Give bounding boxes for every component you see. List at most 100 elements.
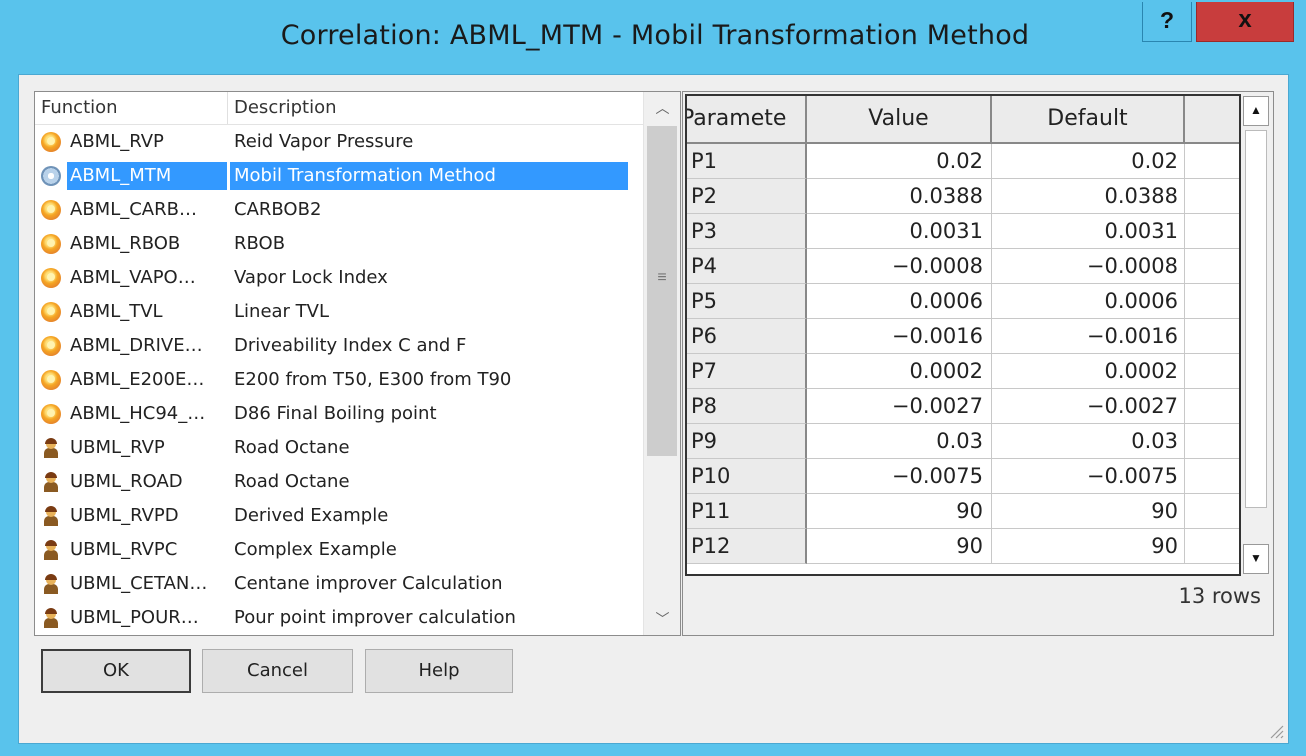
value-cell[interactable]: 0.0002 <box>807 354 992 389</box>
table-row: P11 90 90 <box>687 494 1239 529</box>
empty-cell <box>1185 284 1239 319</box>
function-name: ABML_RBOB <box>70 233 181 254</box>
default-cell: −0.0027 <box>992 389 1185 424</box>
cancel-button[interactable]: Cancel <box>202 649 353 693</box>
scroll-down-icon[interactable]: ﹀ <box>644 603 680 635</box>
list-item[interactable]: ABML_MTM Mobil Transformation Method <box>35 159 643 193</box>
list-item[interactable]: ABML_TVL Linear TVL <box>35 295 643 329</box>
scroll-up-icon[interactable]: ▲ <box>1243 96 1269 126</box>
function-description: D86 Final Boiling point <box>234 403 437 424</box>
help-title-button[interactable]: ? <box>1142 2 1192 42</box>
value-cell[interactable]: −0.0016 <box>807 319 992 354</box>
list-rows: ABML_RVP Reid Vapor Pressure ABML_MTM Mobil… <box>35 125 643 635</box>
list-scrollbar[interactable]: ︿ ≡ ﹀ <box>643 92 680 635</box>
function-description: Pour point improver calculation <box>234 607 516 628</box>
parameter-cell[interactable]: P12 <box>687 529 807 564</box>
default-cell: −0.0016 <box>992 319 1185 354</box>
list-item[interactable]: ABML_CARB… CARBOB2 <box>35 193 643 227</box>
ok-button[interactable]: OK <box>41 649 191 693</box>
grid-table[interactable]: Paramete Value Default P1 0.02 0.02 P2 0.038… <box>685 94 1241 576</box>
empty-cell <box>1185 424 1239 459</box>
table-row: P3 0.0031 0.0031 <box>687 214 1239 249</box>
empty-cell <box>1185 459 1239 494</box>
column-header-description[interactable]: Description <box>228 92 643 124</box>
scroll-thumb[interactable]: ≡ <box>647 126 677 456</box>
parameter-cell[interactable]: P9 <box>687 424 807 459</box>
value-cell[interactable]: 0.0388 <box>807 179 992 214</box>
list-item[interactable]: UBML_POUR… Pour point improver calculatio… <box>35 601 643 635</box>
orange-ball-icon <box>41 370 61 390</box>
default-cell: −0.0075 <box>992 459 1185 494</box>
empty-cell <box>1185 494 1239 529</box>
value-cell[interactable]: 0.0031 <box>807 214 992 249</box>
orange-ball-icon <box>41 404 61 424</box>
function-description: Road Octane <box>234 471 350 492</box>
parameter-cell[interactable]: P10 <box>687 459 807 494</box>
resize-grip-icon[interactable] <box>1268 723 1284 739</box>
close-button[interactable]: x <box>1196 2 1294 42</box>
function-description: Complex Example <box>234 539 397 560</box>
default-cell: 0.0002 <box>992 354 1185 389</box>
orange-ball-icon <box>41 132 61 152</box>
empty-cell <box>1185 529 1239 564</box>
window-title: Correlation: ABML_MTM - Mobil Transforma… <box>280 20 1030 51</box>
column-header-value[interactable]: Value <box>807 96 992 144</box>
parameter-cell[interactable]: P2 <box>687 179 807 214</box>
table-row: P4 −0.0008 −0.0008 <box>687 249 1239 284</box>
table-row: P12 90 90 <box>687 529 1239 564</box>
parameter-cell[interactable]: P8 <box>687 389 807 424</box>
function-name: UBML_RVPD <box>70 505 179 526</box>
value-cell[interactable]: −0.0075 <box>807 459 992 494</box>
value-cell[interactable]: 90 <box>807 494 992 529</box>
value-cell[interactable]: 0.02 <box>807 144 992 179</box>
list-item[interactable]: UBML_RVP Road Octane <box>35 431 643 465</box>
default-cell: 0.03 <box>992 424 1185 459</box>
list-item[interactable]: ABML_DRIVE… Driveability Index C and F <box>35 329 643 363</box>
parameter-cell[interactable]: P1 <box>687 144 807 179</box>
function-description: RBOB <box>234 233 286 254</box>
value-cell[interactable]: −0.0027 <box>807 389 992 424</box>
parameter-cell[interactable]: P3 <box>687 214 807 249</box>
list-item[interactable]: UBML_RVPD Derived Example <box>35 499 643 533</box>
value-cell[interactable]: −0.0008 <box>807 249 992 284</box>
list-item[interactable]: ABML_RBOB RBOB <box>35 227 643 261</box>
list-item[interactable]: UBML_CETAN… Centane improver Calculation <box>35 567 643 601</box>
list-item[interactable]: ABML_VAPO… Vapor Lock Index <box>35 261 643 295</box>
table-row: P2 0.0388 0.0388 <box>687 179 1239 214</box>
function-description: Centane improver Calculation <box>234 573 503 594</box>
function-name: UBML_POUR… <box>70 607 199 628</box>
value-cell[interactable]: 90 <box>807 529 992 564</box>
user-icon <box>41 506 61 526</box>
parameter-cell[interactable]: P6 <box>687 319 807 354</box>
help-button[interactable]: Help <box>365 649 513 693</box>
parameter-cell[interactable]: P11 <box>687 494 807 529</box>
grip-icon: ≡ <box>657 269 667 286</box>
list-item[interactable]: UBML_RVPC Complex Example <box>35 533 643 567</box>
list-item[interactable]: ABML_RVP Reid Vapor Pressure <box>35 125 643 159</box>
parameter-cell[interactable]: P4 <box>687 249 807 284</box>
value-cell[interactable]: 0.0006 <box>807 284 992 319</box>
grid-scrollbar[interactable]: ▲ ▼ <box>1241 94 1271 576</box>
column-header-default[interactable]: Default <box>992 96 1185 144</box>
scroll-up-icon[interactable]: ︿ <box>644 92 680 124</box>
empty-cell <box>1185 214 1239 249</box>
table-row: P9 0.03 0.03 <box>687 424 1239 459</box>
default-cell: −0.0008 <box>992 249 1185 284</box>
default-cell: 90 <box>992 494 1185 529</box>
column-header-function[interactable]: Function <box>35 92 228 124</box>
function-name: ABML_CARB… <box>70 199 197 220</box>
parameter-cell[interactable]: P7 <box>687 354 807 389</box>
list-item[interactable]: UBML_ROAD Road Octane <box>35 465 643 499</box>
dialog-body: Function Description ABML_RVP Reid Vapor … <box>18 74 1289 744</box>
list-item[interactable]: ABML_HC94_… D86 Final Boiling point <box>35 397 643 431</box>
scroll-thumb[interactable] <box>1245 130 1267 508</box>
list-item[interactable]: ABML_E200E… E200 from T50, E300 from T90 <box>35 363 643 397</box>
column-header-parameter[interactable]: Paramete <box>687 96 807 144</box>
function-description: CARBOB2 <box>234 199 322 220</box>
value-cell[interactable]: 0.03 <box>807 424 992 459</box>
parameter-cell[interactable]: P5 <box>687 284 807 319</box>
function-description: E200 from T50, E300 from T90 <box>234 369 512 390</box>
column-header-blank <box>1185 96 1239 144</box>
scroll-down-icon[interactable]: ▼ <box>1243 544 1269 574</box>
function-list[interactable]: Function Description ABML_RVP Reid Vapor … <box>34 91 681 636</box>
